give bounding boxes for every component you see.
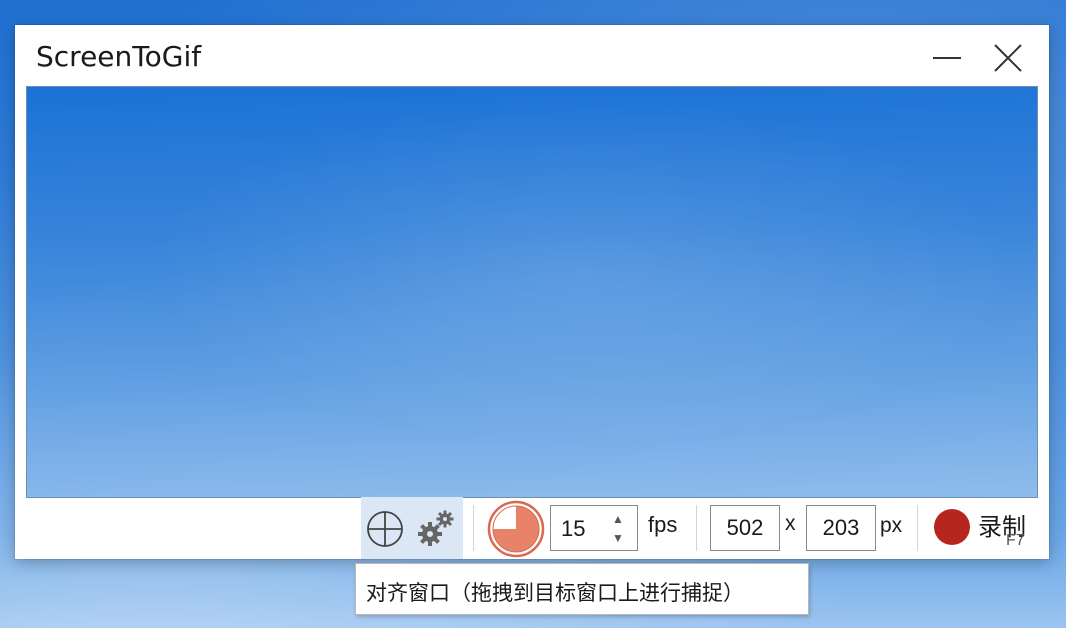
- record-button[interactable]: 录制 F7: [927, 499, 1049, 557]
- fps-unit-label: fps: [648, 512, 678, 537]
- fps-increase-icon[interactable]: ▲: [611, 512, 625, 526]
- record-shortcut: F7: [1006, 532, 1025, 549]
- timer-icon[interactable]: [487, 500, 545, 558]
- size-unit-label: px: [880, 514, 903, 537]
- close-button[interactable]: [985, 35, 1031, 81]
- title-bar[interactable]: ScreenToGif: [15, 25, 1049, 87]
- capture-area[interactable]: [26, 86, 1038, 498]
- height-input[interactable]: 203: [806, 505, 876, 551]
- minimize-icon: [933, 57, 961, 59]
- minimize-button[interactable]: [924, 35, 970, 81]
- fps-input[interactable]: 15 ▲ ▼: [550, 505, 638, 551]
- crosshair-icon: [367, 511, 403, 547]
- tooltip-text: 对齐窗口（拖拽到目标窗口上进行捕捉）: [366, 582, 744, 605]
- fps-value: 15: [561, 516, 586, 541]
- gears-icon[interactable]: [415, 507, 457, 549]
- snap-to-window-button[interactable]: [361, 497, 463, 559]
- toolbar-separator: [696, 505, 697, 551]
- toolbar-separator: [473, 505, 474, 551]
- record-icon: [934, 509, 970, 545]
- size-times-label: x: [785, 512, 796, 535]
- fps-decrease-icon[interactable]: ▼: [611, 531, 625, 545]
- window-title: ScreenToGif: [36, 40, 202, 73]
- toolbar-separator: [917, 505, 918, 551]
- snap-tooltip: 对齐窗口（拖拽到目标窗口上进行捕捉）: [355, 563, 809, 615]
- screentogif-window: ScreenToGif 15 ▲ ▼ fps 502 x 203 px 录制 F…: [15, 25, 1049, 559]
- close-icon: [994, 44, 1022, 72]
- width-input[interactable]: 502: [710, 505, 780, 551]
- bottom-toolbar: 15 ▲ ▼ fps 502 x 203 px 录制 F7: [15, 497, 1049, 559]
